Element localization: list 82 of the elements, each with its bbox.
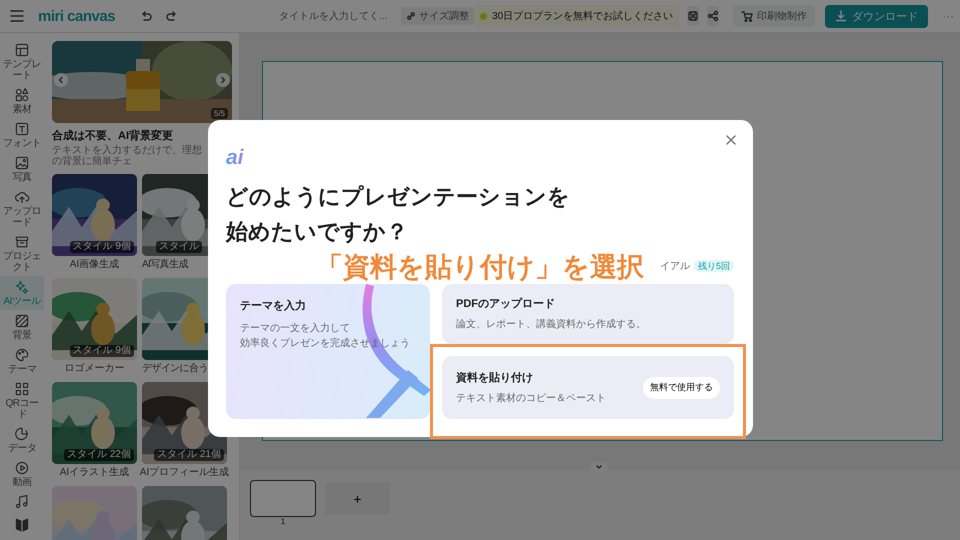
style-badge: スタイル 22個 (64, 449, 134, 461)
chart-icon (14, 426, 30, 442)
trial-text: イアル (660, 260, 690, 273)
rail-item[interactable]: 写真 (0, 152, 44, 186)
cloud-upload-icon (14, 189, 30, 205)
tile-label[interactable]: AI画像生成 (70, 258, 120, 272)
tile-label[interactable]: ロゴメーカー (64, 362, 124, 376)
option-card[interactable]: テーマを入力 テーマの一文を入力して 効率良くプレゼンを完成させましょう (226, 284, 430, 419)
share-button[interactable] (707, 6, 720, 26)
image-icon (14, 155, 30, 171)
add-page-button[interactable]: + (325, 482, 390, 515)
tile-label[interactable]: デザインに合う (142, 362, 208, 376)
dialog-heading: どのようにプレゼンテーションを 始めたいですか？ (226, 183, 571, 246)
box-icon (14, 234, 30, 250)
promo-banner[interactable]: 30日プロプランを無料でお試しください (474, 5, 680, 27)
save-button[interactable] (687, 6, 700, 26)
pattern-icon (14, 313, 30, 329)
collapse-button[interactable] (590, 462, 608, 472)
style-badge: スタイル 21個 (154, 449, 224, 461)
slide-counter: 5/5 (210, 108, 228, 119)
rail-item[interactable]: 動画 (0, 457, 44, 491)
link-icon (406, 11, 416, 21)
more-button[interactable]: ··· (942, 9, 954, 23)
option-title: テーマを入力 (240, 298, 307, 313)
style-badge: スタイル 9個 (70, 345, 134, 357)
rail-item[interactable]: フォント (0, 118, 44, 152)
banner-subtitle: テキストを入力するだけで、理想の背景に簡単チェ (52, 145, 202, 167)
style-badge: スタイル 9個 (70, 241, 134, 253)
option-card[interactable]: PDFのアップロード 論文、レポート、講義資料から作成する。 (442, 284, 734, 344)
rail-item[interactable]: アップロード (0, 186, 44, 231)
dot-icon (480, 12, 488, 20)
rail-item[interactable]: 素材 (0, 84, 44, 118)
logo: miri canvas (38, 8, 116, 24)
download-icon (835, 10, 848, 22)
sparkle-icon (14, 279, 30, 295)
remaining-badge: 残り5回 (694, 260, 734, 272)
shapes-icon (14, 87, 30, 103)
callout-text: 「資料を貼り付け」を選択 (316, 251, 644, 284)
page-number: 1 (280, 517, 286, 527)
option-title: 資料を貼り付け (456, 370, 534, 384)
chevron-down-icon (595, 464, 603, 470)
rail-item[interactable]: テーマ (0, 344, 44, 378)
page-thumbnail[interactable] (250, 480, 316, 517)
rail-item[interactable]: テンプレート (0, 39, 44, 84)
rail-item[interactable]: AIツール (0, 276, 44, 310)
share-icon (707, 10, 720, 22)
close-button[interactable] (725, 134, 737, 146)
chevron-left-icon (57, 76, 65, 84)
play-icon (14, 460, 30, 476)
tile-label[interactable]: AI写真生成 (142, 258, 188, 272)
option-description: 論文、レポート、講義資料から作成する。 (456, 318, 646, 332)
font-icon (14, 121, 30, 137)
rail-item[interactable]: 背景 (0, 310, 44, 344)
tile-label[interactable]: AIプロフィール生成 (140, 466, 230, 480)
option-description: テキスト素材のコピー＆ペースト (456, 392, 606, 406)
menu-button[interactable] (9, 9, 25, 23)
close-icon (725, 134, 737, 146)
menu-icon (9, 9, 25, 23)
rail-item[interactable]: プロジェクト (0, 231, 44, 276)
style-badge: スタイル (156, 241, 202, 253)
use-free-button[interactable]: 無料で使用する (643, 376, 720, 398)
option-card[interactable]: 資料を貼り付け テキスト素材のコピー＆ペースト 無料で使用する (442, 356, 734, 419)
option-title: PDFのアップロード (456, 296, 556, 311)
layout-icon (14, 42, 30, 58)
save-icon (687, 10, 700, 22)
book-icon (14, 516, 30, 532)
resize-button[interactable]: サイズ調整 (401, 7, 474, 25)
promo-text: 30日プロプランを無料でお試しください (492, 10, 674, 23)
palette-icon (14, 347, 30, 363)
title-field[interactable]: タイトルを入力してく... (279, 10, 398, 22)
chevron-right-icon (219, 76, 227, 84)
rail-item[interactable]: QRコード (0, 378, 44, 423)
rail-item[interactable]: データ (0, 423, 44, 457)
music-icon (14, 494, 30, 510)
qr-icon (14, 381, 30, 397)
download-button[interactable]: ダウンロード (825, 4, 928, 28)
tile-label[interactable]: AIイラスト生成 (60, 466, 130, 480)
option-description: テーマの一文を入力して (240, 322, 351, 336)
cart-icon (741, 10, 754, 22)
banner-title: 合成は不要、AI背景変更 (52, 128, 174, 143)
option-description: 効率良くプレゼンを完成させましょう (240, 336, 410, 351)
print-button[interactable]: 印刷物制作 (733, 5, 816, 27)
